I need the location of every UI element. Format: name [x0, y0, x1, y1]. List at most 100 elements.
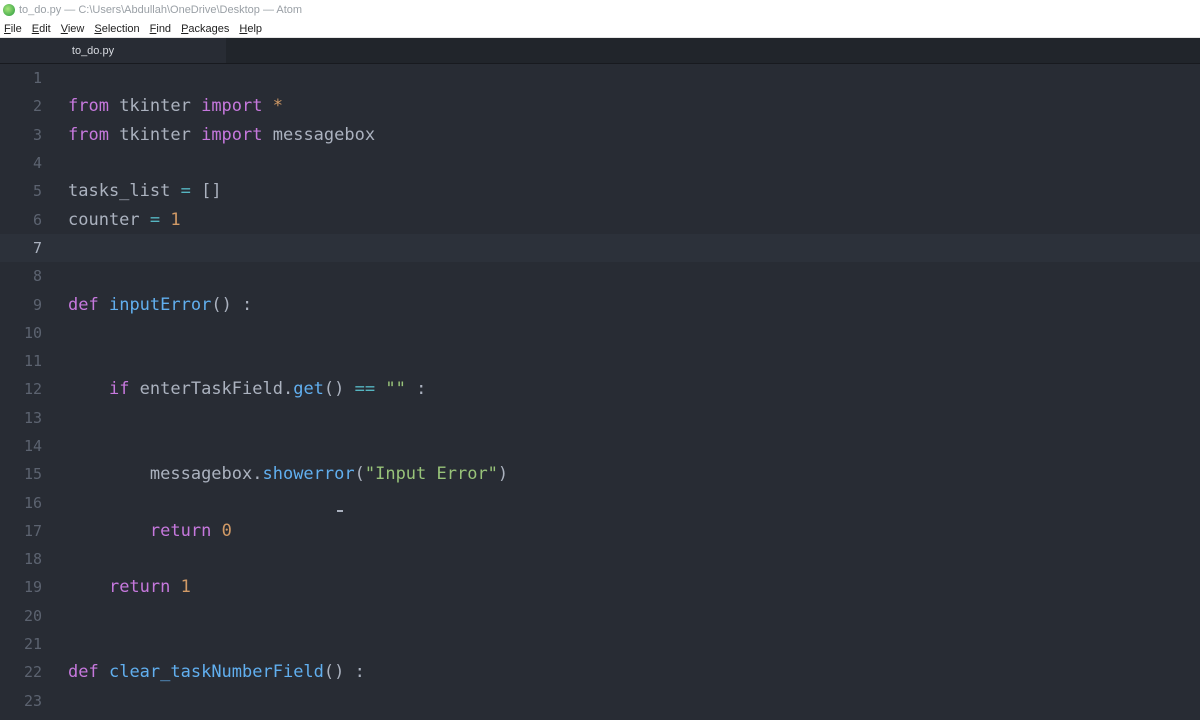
code-token: messagebox. — [149, 464, 263, 485]
menu-item-view[interactable]: View — [61, 23, 85, 35]
code-token: showerror — [262, 464, 355, 485]
line-number: 6 — [32, 210, 42, 229]
code-token: return — [149, 520, 212, 541]
code-token: () — [323, 379, 355, 400]
code-text: def clear_taskNumberField() : — [42, 662, 365, 682]
line-number: 4 — [32, 154, 42, 173]
code-token: def — [68, 294, 99, 315]
code-token: tkinter — [108, 96, 202, 117]
code-line[interactable]: 14 — [0, 432, 1200, 460]
code-line[interactable]: 3 from tkinter import messagebox — [0, 121, 1200, 149]
code-text: if enterTaskField.get() == "" : — [42, 379, 426, 399]
code-text: return 0 — [42, 521, 232, 541]
line-number: 1 — [32, 69, 42, 88]
line-number: 12 — [23, 380, 42, 399]
line-number: 8 — [32, 267, 42, 286]
code-token: = — [149, 209, 161, 230]
line-number: 3 — [32, 125, 42, 144]
code-line[interactable]: 5 tasks_list = [] — [0, 177, 1200, 205]
code-token: from — [68, 96, 109, 117]
code-text: messagebox.showerror("Input Error") — [42, 464, 508, 484]
code-token: [] — [190, 181, 222, 202]
line-number: 10 — [23, 323, 42, 342]
code-token: () : — [211, 294, 253, 315]
code-line[interactable]: 21 — [0, 630, 1200, 658]
code-token: import — [201, 96, 263, 117]
code-line[interactable]: 22 def clear_taskNumberField() : — [0, 658, 1200, 686]
line-number: 15 — [23, 465, 42, 484]
code-token: 1 — [180, 577, 191, 598]
code-line[interactable]: 4 — [0, 149, 1200, 177]
code-token: if — [108, 379, 130, 400]
code-line[interactable]: 19 return 1 — [0, 573, 1200, 601]
line-number: 19 — [23, 578, 42, 597]
code-line[interactable]: 6 counter = 1 — [0, 205, 1200, 233]
menu-item-help[interactable]: Help — [239, 23, 262, 35]
code-line[interactable]: 13 — [0, 404, 1200, 432]
line-number: 5 — [32, 182, 42, 201]
code-token: import — [201, 124, 263, 145]
line-number: 11 — [23, 352, 42, 371]
code-line[interactable]: 11 — [0, 347, 1200, 375]
mouse-cursor-icon — [337, 510, 343, 512]
code-token: ( — [354, 464, 365, 485]
code-line[interactable]: 18 — [0, 545, 1200, 573]
code-token: counter — [68, 209, 150, 230]
code-line[interactable]: 10 — [0, 319, 1200, 347]
code-token: ) — [497, 464, 509, 485]
code-line[interactable]: 15 messagebox.showerror("Input Error") — [0, 460, 1200, 488]
menu-item-edit[interactable]: Edit — [32, 23, 51, 35]
code-token: * — [272, 96, 283, 117]
code-line[interactable]: 2 from tkinter import * — [0, 92, 1200, 120]
line-number: 7 — [32, 238, 42, 257]
code-text: return 1 — [42, 577, 191, 597]
code-line[interactable]: 17 return 0 — [0, 517, 1200, 545]
code-token: == — [354, 379, 376, 400]
code-line[interactable]: 12 if enterTaskField.get() == "" : — [0, 375, 1200, 403]
code-text: def inputError() : — [42, 295, 252, 315]
code-token: : — [405, 379, 427, 400]
code-line[interactable]: 8 — [0, 262, 1200, 290]
line-number: 16 — [23, 493, 42, 512]
code-token: enterTaskField. — [129, 379, 294, 400]
code-token: = — [180, 181, 191, 202]
code-token: tasks_list — [68, 181, 181, 202]
code-token: get — [293, 379, 324, 400]
window-title: to_do.py — C:\Users\Abdullah\OneDrive\De… — [19, 4, 303, 16]
line-number: 22 — [23, 663, 42, 682]
line-number: 14 — [23, 437, 42, 455]
code-token: clear_taskNumberField — [108, 662, 324, 683]
menu-item-packages[interactable]: Packages — [181, 23, 229, 35]
tab-to-do-py[interactable]: to_do.py — [0, 38, 226, 63]
code-token: tkinter — [108, 124, 202, 145]
atom-app-icon — [3, 4, 15, 16]
code-editor[interactable]: 1 2 from tkinter import * 3 from tkinter imp… — [0, 64, 1200, 720]
line-number: 9 — [32, 295, 42, 314]
code-token: 0 — [221, 520, 232, 541]
code-line[interactable]: 16 — [0, 488, 1200, 516]
code-text: from tkinter import * — [42, 96, 283, 116]
menu-item-find[interactable]: Find — [150, 23, 171, 35]
code-token: inputError — [108, 294, 212, 315]
menu-item-selection[interactable]: Selection — [94, 23, 139, 35]
code-line[interactable]: 1 — [0, 64, 1200, 92]
code-line[interactable]: 7 — [0, 233, 1200, 263]
code-line[interactable]: 9 def inputError() : — [0, 290, 1200, 318]
code-token: from — [68, 124, 109, 145]
tab-label: to_do.py — [71, 44, 115, 57]
code-text: from tkinter import messagebox — [42, 125, 375, 145]
code-line[interactable]: 23 — [0, 687, 1200, 715]
line-number: 21 — [23, 635, 42, 654]
code-line[interactable]: 20 — [0, 602, 1200, 630]
menu-item-file[interactable]: File — [4, 23, 22, 35]
